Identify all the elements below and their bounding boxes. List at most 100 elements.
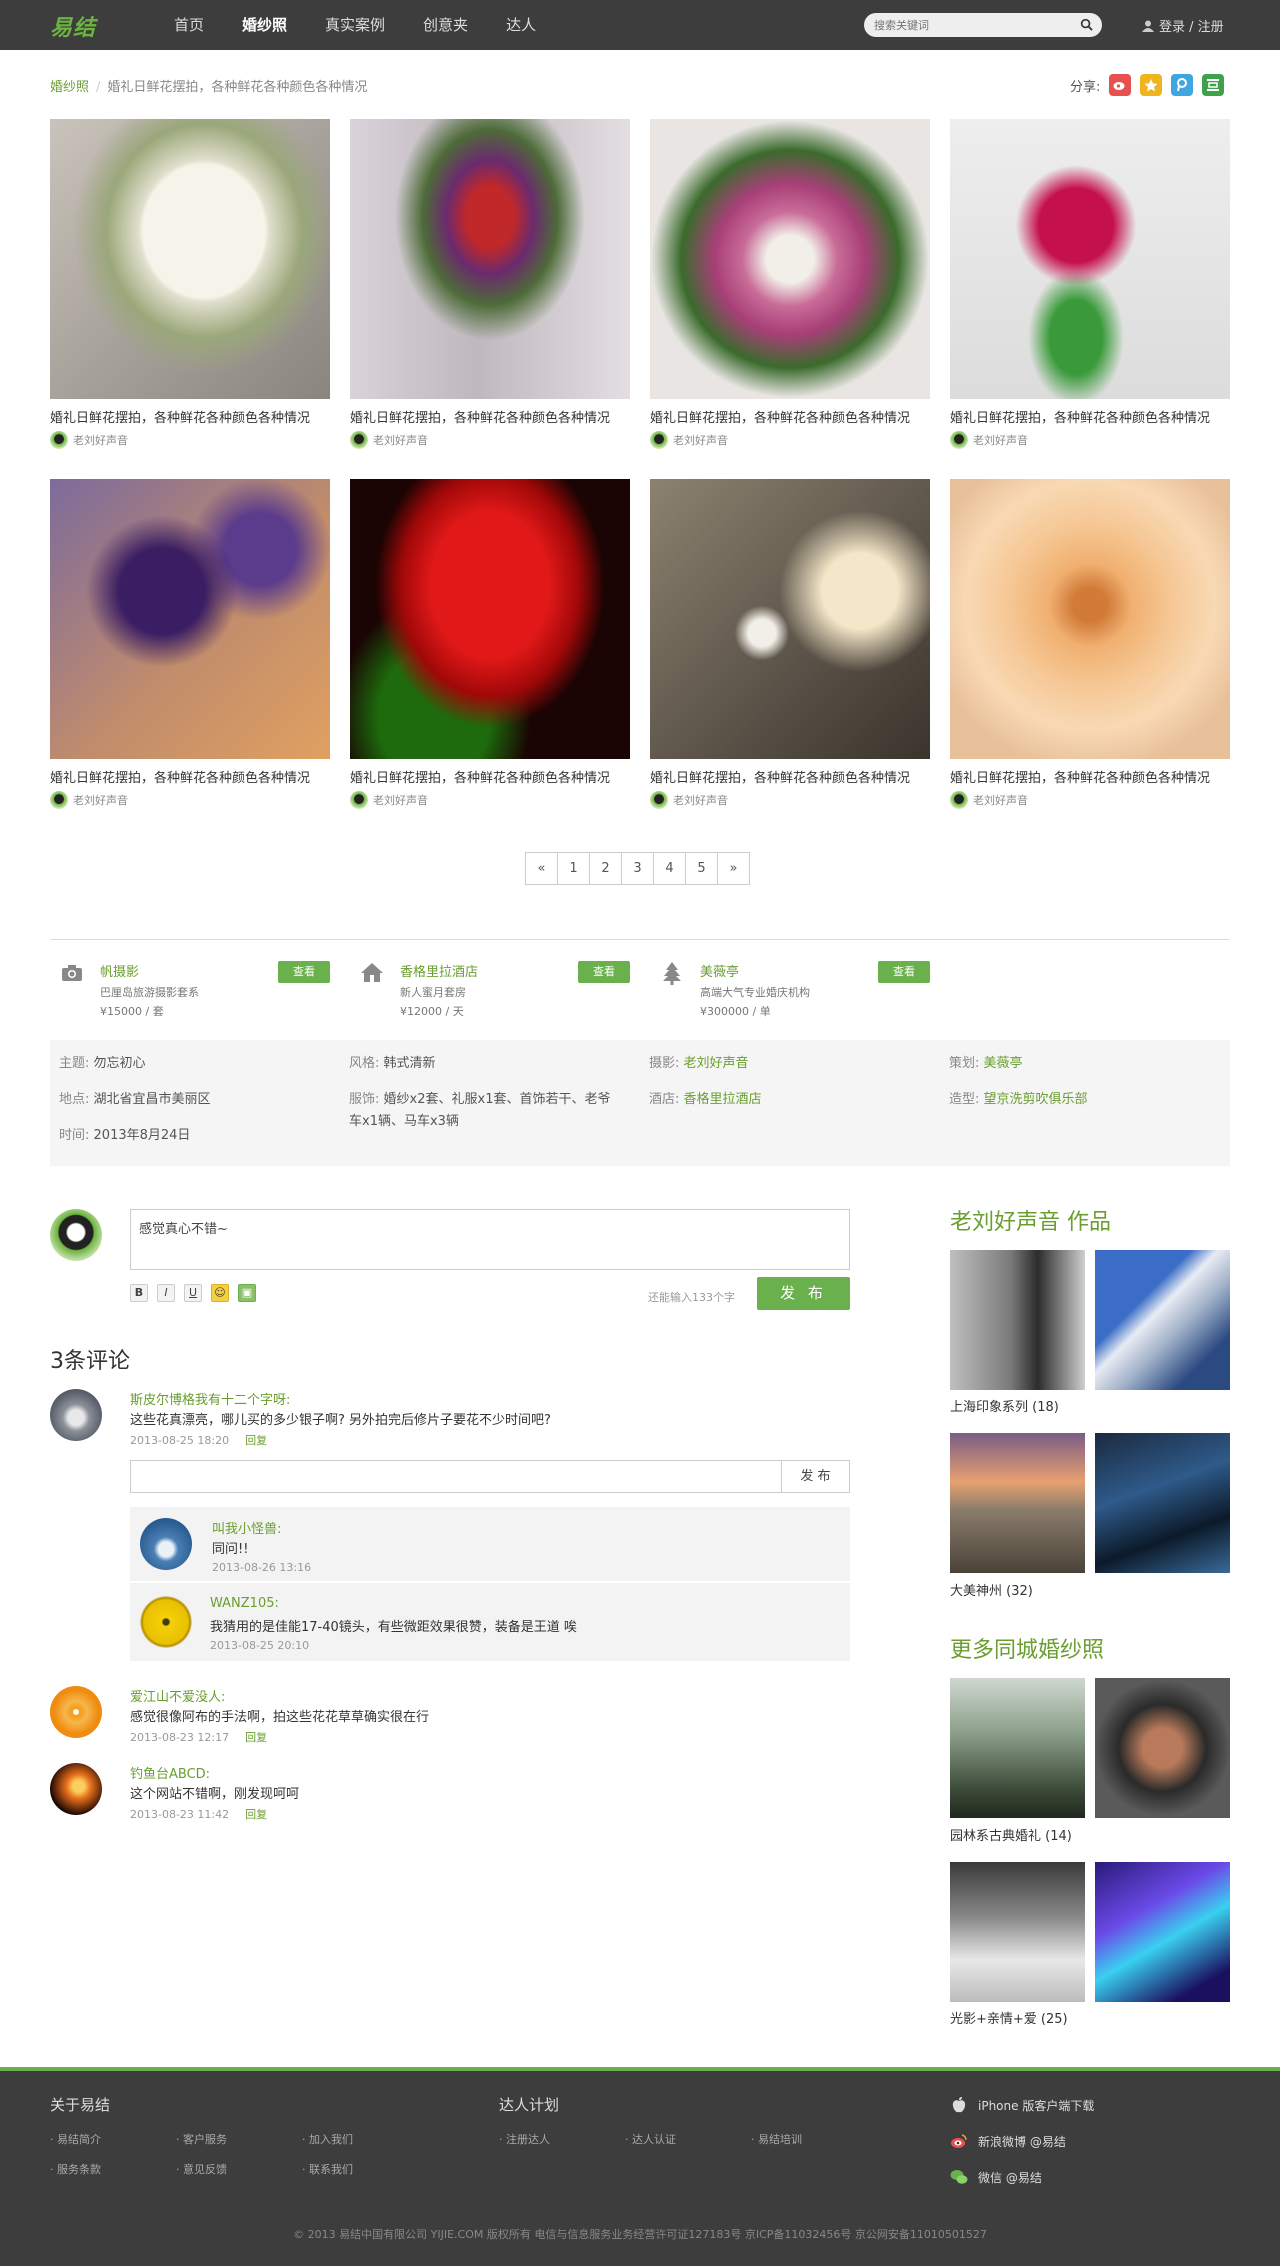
planner-link[interactable]: 美薇亭 [984, 1056, 1023, 1071]
makeup-link[interactable]: 望京洗剪吹俱乐部 [984, 1092, 1088, 1107]
avatar[interactable] [50, 1763, 102, 1815]
page-4[interactable]: 4 [653, 852, 686, 885]
footer-link[interactable]: · 加入我们 [302, 2131, 353, 2147]
more-label[interactable]: 园林系古典婚礼 (14) [950, 1825, 1072, 1844]
reply-publish-button[interactable]: 发 布 [781, 1460, 850, 1493]
vendor-name[interactable]: 帆摄影 [100, 961, 139, 980]
photo-peach-rose[interactable] [950, 479, 1230, 759]
nav-wedding-photos[interactable]: 婚纱照 [228, 0, 301, 50]
qzone-icon[interactable] [1140, 74, 1163, 96]
avatar[interactable] [50, 1389, 102, 1441]
photo-card[interactable]: 婚礼日鲜花摆拍，各种鲜花各种颜色各种情况 老刘好声音 [650, 479, 930, 809]
footer-link[interactable]: · 服务条款 [50, 2161, 101, 2177]
work-label[interactable]: 上海印象系列 (18) [950, 1396, 1059, 1415]
photo-card[interactable]: 婚礼日鲜花摆拍，各种鲜花各种颜色各种情况 老刘好声音 [50, 119, 330, 449]
page-prev[interactable]: « [525, 852, 558, 885]
nav-real-cases[interactable]: 真实案例 [311, 0, 399, 50]
nav-home[interactable]: 首页 [160, 0, 218, 50]
avatar[interactable] [50, 1686, 102, 1738]
footer-link[interactable]: · 客户服务 [176, 2131, 227, 2147]
photo-card[interactable]: 婚礼日鲜花摆拍，各种鲜花各种颜色各种情况 老刘好声音 [650, 119, 930, 449]
photo-author[interactable]: 老刘好声音 [950, 791, 1230, 809]
photo-white-bouquet[interactable] [50, 119, 330, 399]
work-thumb-china-2[interactable] [1095, 1433, 1230, 1573]
search-input[interactable] [874, 15, 1074, 35]
page-1[interactable]: 1 [557, 852, 590, 885]
photo-caption[interactable]: 婚礼日鲜花摆拍，各种鲜花各种颜色各种情况 [350, 767, 630, 786]
photographer-link[interactable]: 老刘好声音 [684, 1056, 749, 1071]
breadcrumb-home[interactable]: 婚纱照 [50, 80, 89, 95]
photo-red-rose[interactable] [350, 479, 630, 759]
footer-link[interactable]: · 易结简介 [50, 2131, 101, 2147]
photo-splash-rose[interactable] [950, 119, 1230, 399]
photo-blossom-branch[interactable] [650, 479, 930, 759]
douban-icon[interactable] [1202, 74, 1225, 96]
bold-button[interactable]: B [130, 1284, 148, 1302]
weibo-icon[interactable] [1109, 74, 1132, 96]
photo-caption[interactable]: 婚礼日鲜花摆拍，各种鲜花各种颜色各种情况 [50, 767, 330, 786]
iphone-app-link[interactable]: iPhone 版客户端下载 [950, 2096, 1094, 2114]
work-label[interactable]: 大美神州 (32) [950, 1580, 1033, 1599]
site-logo[interactable]: 易结 [50, 10, 96, 42]
underline-button[interactable]: U [184, 1284, 202, 1302]
photo-author[interactable]: 老刘好声音 [50, 791, 330, 809]
photo-caption[interactable]: 婚礼日鲜花摆拍，各种鲜花各种颜色各种情况 [950, 407, 1230, 426]
page-3[interactable]: 3 [621, 852, 654, 885]
nav-talent[interactable]: 达人 [492, 0, 550, 50]
photo-author[interactable]: 老刘好声音 [650, 791, 930, 809]
view-button[interactable]: 查看 [278, 961, 330, 983]
vendor-name[interactable]: 香格里拉酒店 [400, 961, 478, 980]
comment-author[interactable]: 爱江山不爱没人: [130, 1686, 225, 1705]
weibo-link[interactable]: 新浪微博 @易结 [950, 2132, 1066, 2150]
photo-tulip-bouquet[interactable] [650, 119, 930, 399]
photo-card[interactable]: 婚礼日鲜花摆拍，各种鲜花各种颜色各种情况 老刘好声音 [50, 479, 330, 809]
wechat-link[interactable]: 微信 @易结 [950, 2168, 1042, 2186]
search-icon[interactable] [1080, 18, 1093, 31]
photo-caption[interactable]: 婚礼日鲜花摆拍，各种鲜花各种颜色各种情况 [950, 767, 1230, 786]
comment-textarea[interactable]: 感觉真心不错~ [130, 1209, 850, 1270]
photo-card[interactable]: 婚礼日鲜花摆拍，各种鲜花各种颜色各种情况 老刘好声音 [350, 479, 630, 809]
footer-link[interactable]: · 注册达人 [499, 2131, 550, 2147]
reply-link[interactable]: 回复 [245, 1808, 267, 1821]
emoji-button[interactable]: ☺ [211, 1284, 229, 1302]
photo-caption[interactable]: 婚礼日鲜花摆拍，各种鲜花各种颜色各种情况 [650, 767, 930, 786]
avatar[interactable] [140, 1518, 192, 1570]
photo-caption[interactable]: 婚礼日鲜花摆拍，各种鲜花各种颜色各种情况 [350, 407, 630, 426]
footer-link[interactable]: · 意见反馈 [176, 2161, 227, 2177]
work-thumb-china-1[interactable] [950, 1433, 1085, 1573]
avatar[interactable] [140, 1596, 192, 1648]
more-thumb-light-1[interactable] [950, 1862, 1085, 2002]
photo-card[interactable]: 婚礼日鲜花摆拍，各种鲜花各种颜色各种情况 老刘好声音 [350, 119, 630, 449]
image-button[interactable]: ▣ [238, 1284, 256, 1302]
nav-idea-folder[interactable]: 创意夹 [409, 0, 482, 50]
photo-card[interactable]: 婚礼日鲜花摆拍，各种鲜花各种颜色各种情况 老刘好声音 [950, 119, 1230, 449]
vendor-name[interactable]: 美薇亭 [700, 961, 739, 980]
comment-author[interactable]: 斯皮尔博格我有十二个字呀: [130, 1389, 290, 1408]
photo-author[interactable]: 老刘好声音 [650, 431, 930, 449]
page-5[interactable]: 5 [685, 852, 718, 885]
photo-caption[interactable]: 婚礼日鲜花摆拍，各种鲜花各种颜色各种情况 [650, 407, 930, 426]
work-thumb-shanghai-1[interactable] [950, 1250, 1085, 1390]
login-link[interactable]: 登录 / 注册 [1142, 16, 1224, 35]
more-thumb-garden-1[interactable] [950, 1678, 1085, 1818]
tencent-icon[interactable] [1171, 74, 1194, 96]
reply-link[interactable]: 回复 [245, 1434, 267, 1447]
italic-button[interactable]: I [157, 1284, 175, 1302]
publish-button[interactable]: 发 布 [757, 1277, 850, 1310]
footer-link[interactable]: · 易结培训 [751, 2131, 802, 2147]
hotel-link[interactable]: 香格里拉酒店 [684, 1092, 762, 1107]
page-next[interactable]: » [717, 852, 750, 885]
footer-link[interactable]: · 联系我们 [302, 2161, 353, 2177]
work-thumb-shanghai-2[interactable] [1095, 1250, 1230, 1390]
page-2[interactable]: 2 [589, 852, 622, 885]
photo-author[interactable]: 老刘好声音 [350, 791, 630, 809]
comment-author[interactable]: 叫我小怪兽: [212, 1518, 281, 1537]
more-label[interactable]: 光影+亲情+爱 (25) [950, 2008, 1068, 2027]
view-button[interactable]: 查看 [578, 961, 630, 983]
reply-input[interactable] [130, 1460, 782, 1493]
more-thumb-light-2[interactable] [1095, 1862, 1230, 2002]
comment-author[interactable]: WANZ105: [210, 1596, 279, 1611]
reply-link[interactable]: 回复 [245, 1731, 267, 1744]
footer-link[interactable]: · 达人认证 [625, 2131, 676, 2147]
photo-red-roses-vase[interactable] [350, 119, 630, 399]
